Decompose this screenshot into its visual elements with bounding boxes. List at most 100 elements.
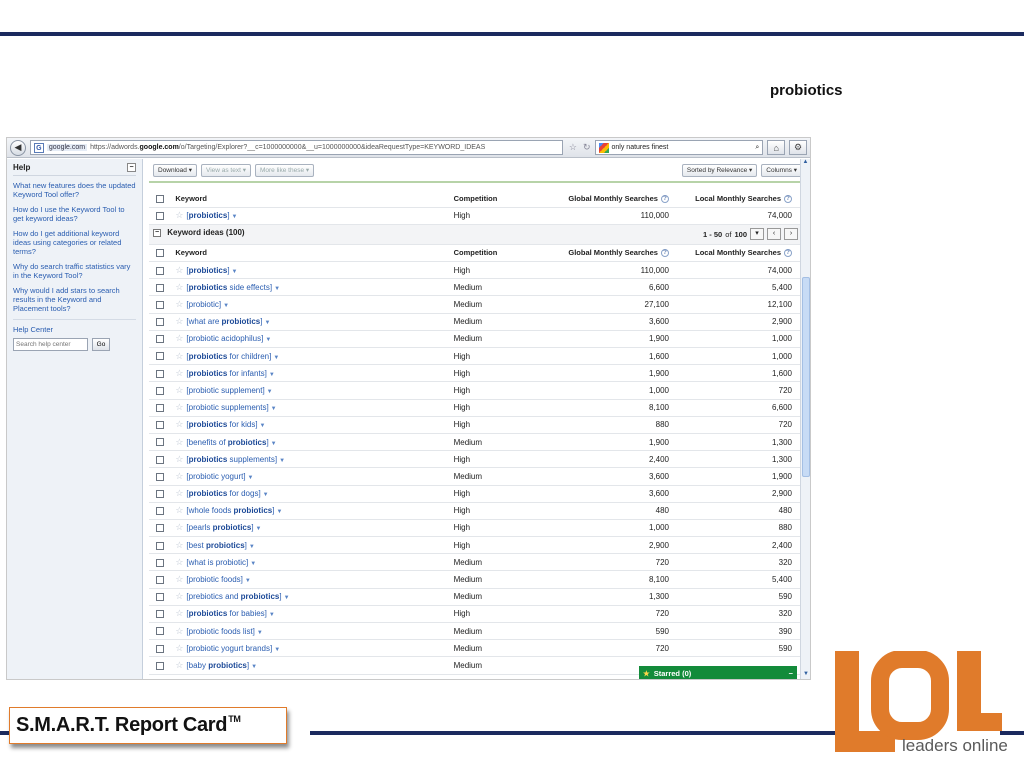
chevron-down-icon[interactable]: ▼ <box>265 337 271 343</box>
chevron-down-icon[interactable]: ▼ <box>232 214 238 220</box>
keyword-link[interactable]: [probiotic] <box>186 300 221 309</box>
chevron-down-icon[interactable]: ▼ <box>267 389 273 395</box>
star-icon[interactable]: ☆ <box>175 419 183 429</box>
bookmark-star-icon[interactable]: ☆ <box>569 142 577 153</box>
scroll-down-icon[interactable]: ▼ <box>801 671 810 679</box>
url-field[interactable]: G google.com https://adwords.google.com/… <box>29 140 563 155</box>
help-center-link[interactable]: Help Center <box>13 319 136 334</box>
more-like-these-button[interactable]: More like these ▾ <box>254 163 315 177</box>
columns-dropdown[interactable]: Columns ▾ <box>761 163 802 177</box>
star-icon[interactable]: ☆ <box>175 626 183 636</box>
chevron-down-icon[interactable]: ▼ <box>284 595 290 601</box>
keyword-link[interactable]: [whole foods probiotics] <box>186 506 274 515</box>
help-question-icon[interactable]: ? <box>784 249 792 258</box>
row-checkbox[interactable] <box>156 212 165 221</box>
scrollbar-thumb[interactable] <box>802 277 810 477</box>
keyword-link[interactable]: [pearls probiotics] <box>186 523 253 532</box>
row-checkbox[interactable] <box>156 266 165 275</box>
star-icon[interactable]: ☆ <box>175 351 183 361</box>
chevron-down-icon[interactable]: ▼ <box>269 372 275 378</box>
chevron-down-icon[interactable]: ▼ <box>245 578 251 584</box>
chevron-down-icon[interactable]: ▼ <box>256 526 262 532</box>
chevron-down-icon[interactable]: ▼ <box>271 406 277 412</box>
star-icon[interactable]: ☆ <box>175 282 183 292</box>
row-checkbox[interactable] <box>156 283 165 292</box>
star-icon[interactable]: ☆ <box>175 454 183 464</box>
star-icon[interactable]: ☆ <box>175 643 183 653</box>
chevron-down-icon[interactable]: ▼ <box>271 441 277 447</box>
keyword-link[interactable]: [prebiotics and probiotics] <box>186 592 281 601</box>
starred-collapse-icon[interactable]: − <box>789 669 793 678</box>
row-checkbox[interactable] <box>156 472 165 481</box>
chevron-down-icon[interactable]: ▼ <box>279 458 285 464</box>
star-icon[interactable]: ☆ <box>175 505 183 515</box>
keyword-link[interactable]: [probiotics] <box>186 266 229 275</box>
star-icon[interactable]: ☆ <box>175 316 183 326</box>
keyword-link[interactable]: [probiotics side effects] <box>186 283 272 292</box>
keyword-link[interactable]: [probiotics for dogs] <box>186 489 260 498</box>
star-icon[interactable]: ☆ <box>175 522 183 532</box>
keyword-link[interactable]: [probiotics for babies] <box>186 609 266 618</box>
keyword-link[interactable]: [best probiotics] <box>186 541 246 550</box>
help-link-add-stars[interactable]: Why would I add stars to search results … <box>13 286 136 313</box>
row-checkbox[interactable] <box>156 438 165 447</box>
local-searches-column-header[interactable]: Local Monthly Searches? <box>672 244 802 263</box>
global-searches-column-header[interactable]: Global Monthly Searches? <box>554 190 673 208</box>
competition-column-header[interactable]: Competition <box>449 244 555 263</box>
search-icon[interactable]: ⌕ <box>755 144 759 152</box>
star-icon[interactable]: ☆ <box>175 368 183 378</box>
keyword-link[interactable]: [what is probiotic] <box>186 558 248 567</box>
keyword-link[interactable]: [probiotic yogurt brands] <box>186 644 272 653</box>
keyword-link[interactable]: [probiotic yogurt] <box>186 472 245 481</box>
chevron-down-icon[interactable]: ▼ <box>276 509 282 515</box>
chevron-down-icon[interactable]: ▼ <box>250 561 256 567</box>
chevron-down-icon[interactable]: ▼ <box>273 355 279 361</box>
keyword-link[interactable]: [probiotics for infants] <box>186 369 266 378</box>
keyword-link[interactable]: [probiotics for kids] <box>186 420 257 429</box>
keyword-link[interactable]: [probiotic foods] <box>186 575 242 584</box>
keyword-link[interactable]: [probiotics] <box>186 211 229 220</box>
browser-search-field[interactable]: only natures finest ⌕ <box>594 140 764 155</box>
help-link-traffic-stats[interactable]: Why do search traffic statistics vary in… <box>13 262 136 280</box>
keyword-link[interactable]: [probiotics supplements] <box>186 455 277 464</box>
global-searches-column-header[interactable]: Global Monthly Searches? <box>554 244 673 263</box>
row-checkbox[interactable] <box>156 593 165 602</box>
star-icon[interactable]: ☆ <box>175 210 183 220</box>
row-checkbox[interactable] <box>156 455 165 464</box>
row-checkbox[interactable] <box>156 524 165 533</box>
chevron-down-icon[interactable]: ▼ <box>251 664 257 670</box>
pager-menu-icon[interactable]: ▾ <box>750 228 764 241</box>
star-icon[interactable]: ☆ <box>175 299 183 309</box>
star-icon[interactable]: ☆ <box>175 471 183 481</box>
next-page-icon[interactable]: › <box>784 228 798 241</box>
local-searches-column-header[interactable]: Local Monthly Searches? <box>672 190 802 208</box>
home-icon[interactable]: ⌂ <box>767 140 786 155</box>
starred-panel[interactable]: ★ Starred (0) − <box>639 666 797 679</box>
keyword-column-header[interactable]: Keyword <box>171 190 450 208</box>
prev-page-icon[interactable]: ‹ <box>767 228 781 241</box>
vertical-scrollbar[interactable]: ▲ ▼ <box>800 159 810 679</box>
keyword-link[interactable]: [probiotic supplements] <box>186 403 268 412</box>
collapse-section-icon[interactable]: − <box>153 229 161 238</box>
chevron-down-icon[interactable]: ▼ <box>269 612 275 618</box>
keyword-link[interactable]: [probiotics for children] <box>186 352 271 361</box>
collapse-icon[interactable]: − <box>127 163 136 172</box>
row-checkbox[interactable] <box>156 352 165 361</box>
keyword-link[interactable]: [what are probiotics] <box>186 317 262 326</box>
row-checkbox[interactable] <box>156 627 165 636</box>
row-checkbox[interactable] <box>156 644 165 653</box>
select-all-ideas-checkbox[interactable] <box>156 249 165 258</box>
sort-dropdown[interactable]: Sorted by Relevance ▾ <box>681 163 758 177</box>
row-checkbox[interactable] <box>156 610 165 619</box>
star-icon[interactable]: ☆ <box>175 540 183 550</box>
chevron-down-icon[interactable]: ▼ <box>274 286 280 292</box>
star-icon[interactable]: ☆ <box>175 557 183 567</box>
select-all-checkbox[interactable] <box>156 194 165 203</box>
help-question-icon[interactable]: ? <box>784 194 792 203</box>
help-link-additional-ideas[interactable]: How do I get additional keyword ideas us… <box>13 229 136 256</box>
chevron-down-icon[interactable]: ▼ <box>257 630 263 636</box>
chevron-down-icon[interactable]: ▼ <box>249 544 255 550</box>
chevron-down-icon[interactable]: ▼ <box>264 320 270 326</box>
star-icon[interactable]: ☆ <box>175 265 183 275</box>
help-search-input[interactable] <box>13 338 88 351</box>
